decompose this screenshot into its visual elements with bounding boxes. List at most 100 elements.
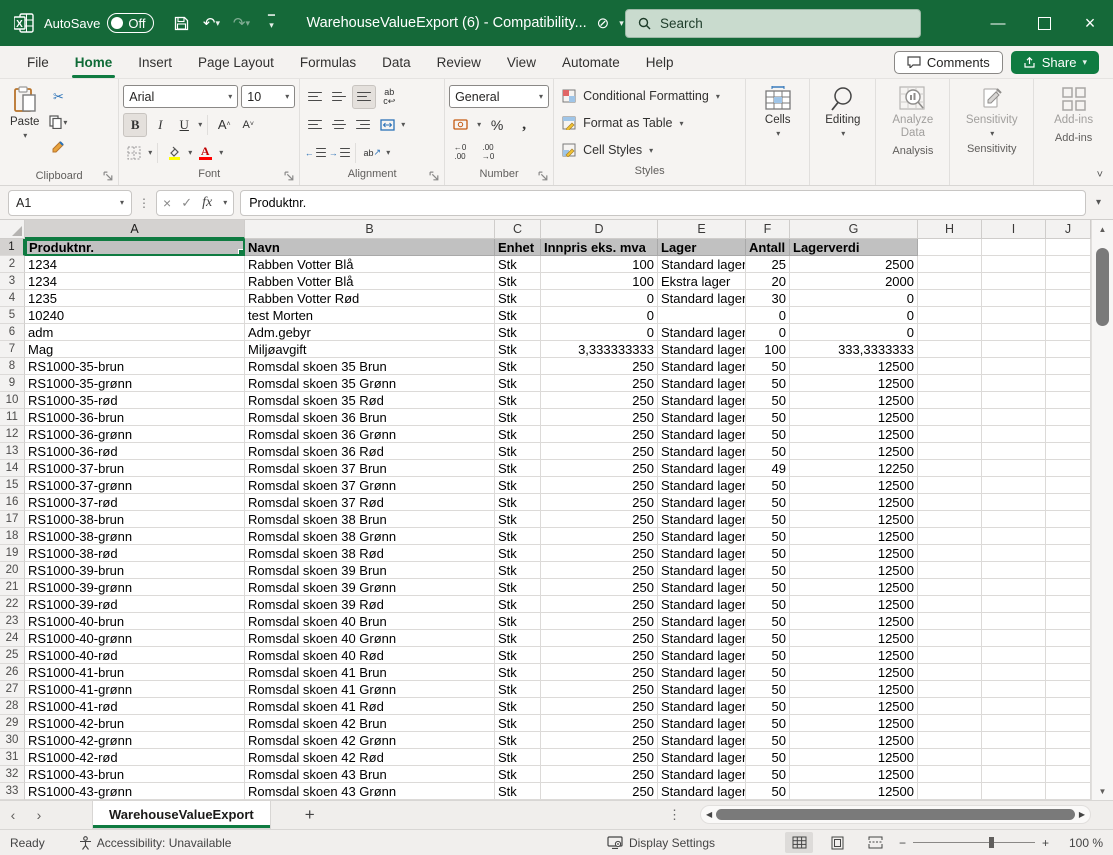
cell-F32[interactable]: 50: [746, 766, 790, 783]
cell-I26[interactable]: [982, 664, 1046, 681]
merge-dropdown-icon[interactable]: ▾: [401, 120, 405, 129]
undo-button[interactable]: ↶▾: [198, 10, 224, 36]
cell-H5[interactable]: [918, 307, 982, 324]
cell-H23[interactable]: [918, 613, 982, 630]
cell-H9[interactable]: [918, 375, 982, 392]
cell-D25[interactable]: 250: [541, 647, 658, 664]
cell-G4[interactable]: 0: [790, 290, 918, 307]
column-header-A[interactable]: A: [25, 220, 245, 239]
cell-D14[interactable]: 250: [541, 460, 658, 477]
cell-F20[interactable]: 50: [746, 562, 790, 579]
cell-G3[interactable]: 2000: [790, 273, 918, 290]
cell-F27[interactable]: 50: [746, 681, 790, 698]
cell-E8[interactable]: Standard lager: [658, 358, 746, 375]
column-header-H[interactable]: H: [918, 220, 982, 239]
percent-style-button[interactable]: %: [486, 114, 508, 136]
cell-J30[interactable]: [1046, 732, 1091, 749]
cell-J3[interactable]: [1046, 273, 1091, 290]
row-header-11[interactable]: 11: [0, 409, 25, 426]
cell-A25[interactable]: RS1000-40-rød: [25, 647, 245, 664]
bold-button[interactable]: B: [123, 113, 147, 137]
fill-color-button[interactable]: [163, 142, 185, 164]
cell-E15[interactable]: Standard lager: [658, 477, 746, 494]
cell-E3[interactable]: Ekstra lager: [658, 273, 746, 290]
cell-H17[interactable]: [918, 511, 982, 528]
cell-E10[interactable]: Standard lager: [658, 392, 746, 409]
cell-D6[interactable]: 0: [541, 324, 658, 341]
cell-J1[interactable]: [1046, 239, 1091, 256]
cell-J4[interactable]: [1046, 290, 1091, 307]
cell-F19[interactable]: 50: [746, 545, 790, 562]
row-header-24[interactable]: 24: [0, 630, 25, 647]
font-name-select[interactable]: Arial▾: [123, 85, 238, 108]
center-button[interactable]: [328, 114, 350, 136]
cell-J10[interactable]: [1046, 392, 1091, 409]
cell-A16[interactable]: RS1000-37-rød: [25, 494, 245, 511]
tab-page-layout[interactable]: Page Layout: [185, 49, 287, 76]
vertical-scroll-thumb[interactable]: [1096, 248, 1109, 326]
cell-F18[interactable]: 50: [746, 528, 790, 545]
cell-D5[interactable]: 0: [541, 307, 658, 324]
cell-H29[interactable]: [918, 715, 982, 732]
formula-input[interactable]: Produktnr.: [240, 190, 1086, 216]
cell-B23[interactable]: Romsdal skoen 40 Brun: [245, 613, 495, 630]
cell-I18[interactable]: [982, 528, 1046, 545]
row-header-23[interactable]: 23: [0, 613, 25, 630]
cell-D33[interactable]: 250: [541, 783, 658, 800]
italic-button[interactable]: I: [149, 114, 171, 136]
row-header-4[interactable]: 4: [0, 290, 25, 307]
cell-C33[interactable]: Stk: [495, 783, 541, 800]
row-header-6[interactable]: 6: [0, 324, 25, 341]
sensitivity-label-icon[interactable]: ⊘: [597, 14, 610, 32]
row-header-21[interactable]: 21: [0, 579, 25, 596]
cell-I15[interactable]: [982, 477, 1046, 494]
row-header-2[interactable]: 2: [0, 256, 25, 273]
cell-A29[interactable]: RS1000-42-brun: [25, 715, 245, 732]
cell-J5[interactable]: [1046, 307, 1091, 324]
cell-A1[interactable]: Produktnr.: [25, 239, 245, 256]
row-header-31[interactable]: 31: [0, 749, 25, 766]
cell-C5[interactable]: Stk: [495, 307, 541, 324]
cell-H10[interactable]: [918, 392, 982, 409]
cell-H33[interactable]: [918, 783, 982, 800]
column-header-D[interactable]: D: [541, 220, 658, 239]
row-header-15[interactable]: 15: [0, 477, 25, 494]
cell-E5[interactable]: [658, 307, 746, 324]
cell-C27[interactable]: Stk: [495, 681, 541, 698]
customize-qat-icon[interactable]: ▔▾: [258, 10, 284, 36]
cell-A7[interactable]: Mag: [25, 341, 245, 358]
cell-G12[interactable]: 12500: [790, 426, 918, 443]
cell-C26[interactable]: Stk: [495, 664, 541, 681]
cell-A9[interactable]: RS1000-35-grønn: [25, 375, 245, 392]
cell-F28[interactable]: 50: [746, 698, 790, 715]
cell-E23[interactable]: Standard lager: [658, 613, 746, 630]
cell-C31[interactable]: Stk: [495, 749, 541, 766]
cell-D24[interactable]: 250: [541, 630, 658, 647]
cell-C9[interactable]: Stk: [495, 375, 541, 392]
select-all-button[interactable]: [0, 220, 25, 239]
tab-view[interactable]: View: [494, 49, 549, 76]
cell-B18[interactable]: Romsdal skoen 38 Grønn: [245, 528, 495, 545]
tab-review[interactable]: Review: [424, 49, 494, 76]
cell-J33[interactable]: [1046, 783, 1091, 800]
cell-B21[interactable]: Romsdal skoen 39 Grønn: [245, 579, 495, 596]
borders-dropdown-icon[interactable]: ▾: [148, 148, 152, 157]
cell-C7[interactable]: Stk: [495, 341, 541, 358]
cell-H3[interactable]: [918, 273, 982, 290]
insert-function-icon[interactable]: fx: [202, 195, 212, 211]
cell-G20[interactable]: 12500: [790, 562, 918, 579]
expand-formula-bar-icon[interactable]: ▾: [1092, 197, 1105, 208]
cell-H25[interactable]: [918, 647, 982, 664]
font-color-button[interactable]: A: [194, 142, 216, 164]
cell-E4[interactable]: Standard lager: [658, 290, 746, 307]
cell-J24[interactable]: [1046, 630, 1091, 647]
cell-E19[interactable]: Standard lager: [658, 545, 746, 562]
cell-D1[interactable]: Innpris eks. mva: [541, 239, 658, 256]
cell-E12[interactable]: Standard lager: [658, 426, 746, 443]
cell-B2[interactable]: Rabben Votter Blå: [245, 256, 495, 273]
cell-G7[interactable]: 333,3333333: [790, 341, 918, 358]
tab-home[interactable]: Home: [62, 49, 126, 76]
sheet-tab-active[interactable]: WarehouseValueExport: [92, 801, 271, 829]
cell-F21[interactable]: 50: [746, 579, 790, 596]
cell-F1[interactable]: Antall: [746, 239, 790, 256]
